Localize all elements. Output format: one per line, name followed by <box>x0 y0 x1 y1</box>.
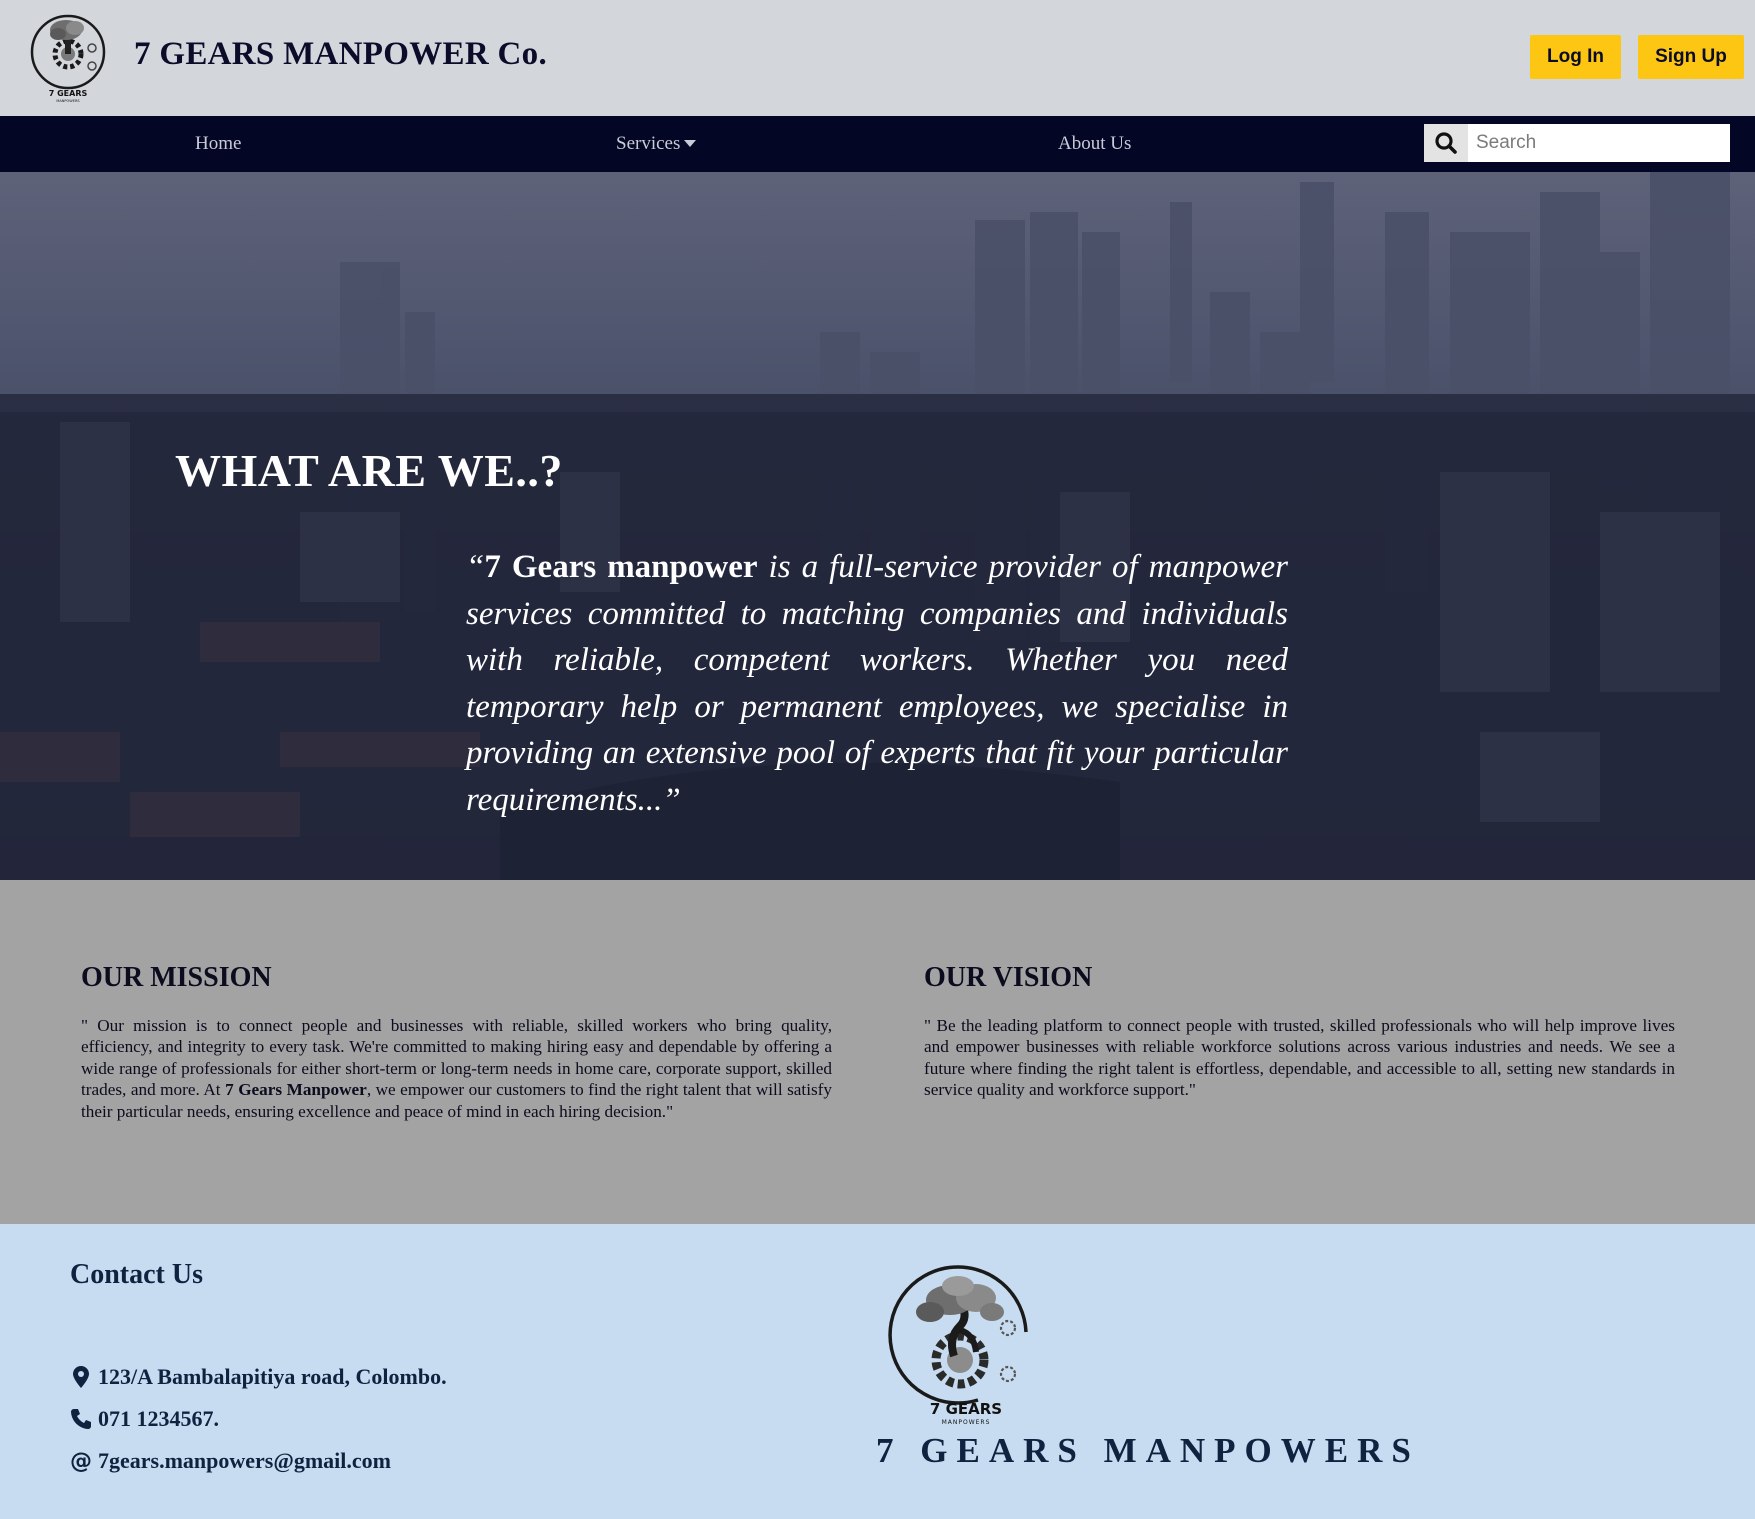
nav-home[interactable]: Home <box>195 133 241 155</box>
search-box <box>1424 124 1730 162</box>
nav-about-us[interactable]: About Us <box>1058 133 1131 155</box>
quote-company-name: 7 Gears manpower <box>484 549 758 585</box>
phone-text[interactable]: 071 1234567. <box>98 1406 219 1432</box>
hero-section: WHAT ARE WE..? “7 Gears manpower is a fu… <box>0 172 1755 880</box>
contact-title: Contact Us <box>70 1259 203 1290</box>
contact-address: 123/A Bambalapitiya road, Colombo. <box>70 1364 447 1390</box>
site-header: 7 GEARS MANPOWERS 7 GEARS MANPOWER Co. L… <box>0 0 1755 116</box>
vision-title: OUR VISION <box>924 962 1093 993</box>
login-button[interactable]: Log In <box>1530 35 1621 79</box>
mission-company-name: 7 Gears Manpower <box>225 1080 367 1100</box>
quote-open-mark: “ <box>466 549 485 585</box>
svg-text:MANPOWERS: MANPOWERS <box>942 1419 991 1426</box>
vision-text: " Be the leading platform to connect peo… <box>924 1016 1675 1100</box>
nav-services-label: Services <box>616 133 681 154</box>
quote-body: is a full-service provider of manpower s… <box>466 549 1288 818</box>
svg-text:MANPOWERS: MANPOWERS <box>56 99 80 103</box>
brand-name: 7 GEARS MANPOWER Co. <box>134 36 548 72</box>
svg-text:7 GEARS: 7 GEARS <box>930 1400 1002 1418</box>
email-text[interactable]: 7gears.manpowers@gmail.com <box>98 1448 391 1474</box>
footer-brand-name: 7 GEARS MANPOWERS <box>876 1431 1420 1470</box>
company-logo[interactable]: 7 GEARS MANPOWERS <box>28 12 112 104</box>
at-sign-icon: @ <box>70 1448 92 1474</box>
signup-button[interactable]: Sign Up <box>1638 35 1744 79</box>
nav-services[interactable]: Services <box>616 133 697 155</box>
mission-vision-section: OUR MISSION " Our mission is to connect … <box>0 880 1755 1224</box>
search-button[interactable] <box>1424 124 1468 162</box>
svg-text:7 GEARS: 7 GEARS <box>49 89 88 98</box>
map-marker-icon <box>70 1365 92 1389</box>
search-input[interactable] <box>1468 124 1730 162</box>
contact-phone: 071 1234567. <box>70 1406 219 1432</box>
footer-logo: 7 GEARS MANPOWERS <box>888 1265 1028 1426</box>
phone-icon <box>70 1407 92 1431</box>
mission-title: OUR MISSION <box>81 962 272 993</box>
hero-title: WHAT ARE WE..? <box>175 445 563 496</box>
contact-email: @ 7gears.manpowers@gmail.com <box>70 1448 391 1474</box>
site-footer: Contact Us 123/A Bambalapitiya road, Col… <box>0 1224 1755 1519</box>
mission-text: " Our mission is to connect people and b… <box>81 1015 832 1122</box>
hero-quote: “7 Gears manpower is a full-service prov… <box>466 544 1288 823</box>
caret-down-icon <box>684 140 697 147</box>
search-icon <box>1435 132 1457 154</box>
address-text: 123/A Bambalapitiya road, Colombo. <box>98 1364 447 1389</box>
